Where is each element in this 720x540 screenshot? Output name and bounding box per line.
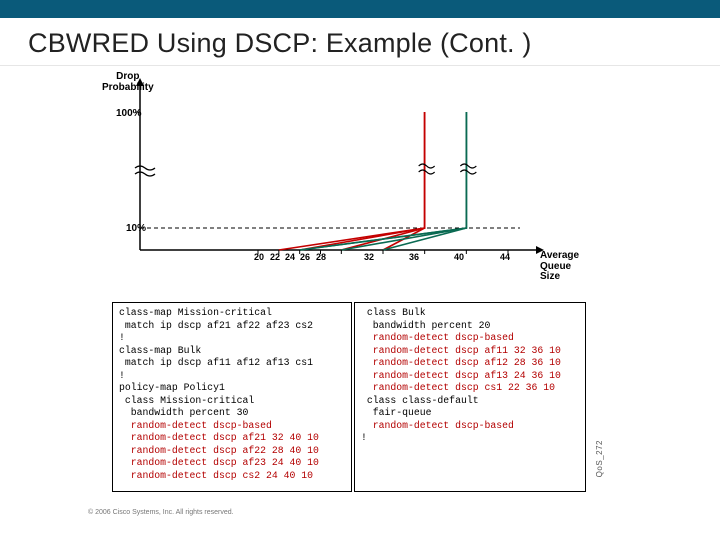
config-code-right: class Bulk bandwidth percent 20 random-d… — [354, 302, 586, 492]
code-text: class-map Mission-critical match ip dscp… — [119, 307, 313, 418]
chart-ytick-100: 100% — [116, 108, 142, 119]
copyright-footer: © 2006 Cisco Systems, Inc. All rights re… — [88, 509, 234, 516]
chart-series-line — [279, 112, 425, 250]
config-code-left: class-map Mission-critical match ip dscp… — [112, 302, 352, 492]
chart-series-line — [300, 112, 467, 250]
chart-plot — [140, 82, 610, 282]
title-bar: CBWRED Using DSCP: Example (Cont. ) — [0, 18, 720, 66]
chart-series-line — [341, 112, 466, 250]
chart-series-line — [300, 112, 467, 250]
page-title: CBWRED Using DSCP: Example (Cont. ) — [28, 28, 692, 59]
top-accent-bar — [0, 0, 720, 18]
slide-body: Drop Probability 100% 10% 20 22 24 26 28… — [0, 66, 720, 522]
code-text: class class-default fair-queue — [361, 395, 479, 419]
code-text-highlight: random-detect dscp-based random-detect d… — [361, 332, 561, 393]
code-text: class Bulk bandwidth percent 20 — [361, 307, 490, 331]
chart-series-line — [300, 112, 425, 250]
code-text-highlight: random-detect dscp-based — [361, 420, 514, 431]
code-text: ! — [361, 432, 367, 443]
figure-id: QoS_272 — [595, 440, 604, 477]
code-text-highlight: random-detect dscp-based random-detect d… — [119, 420, 319, 481]
